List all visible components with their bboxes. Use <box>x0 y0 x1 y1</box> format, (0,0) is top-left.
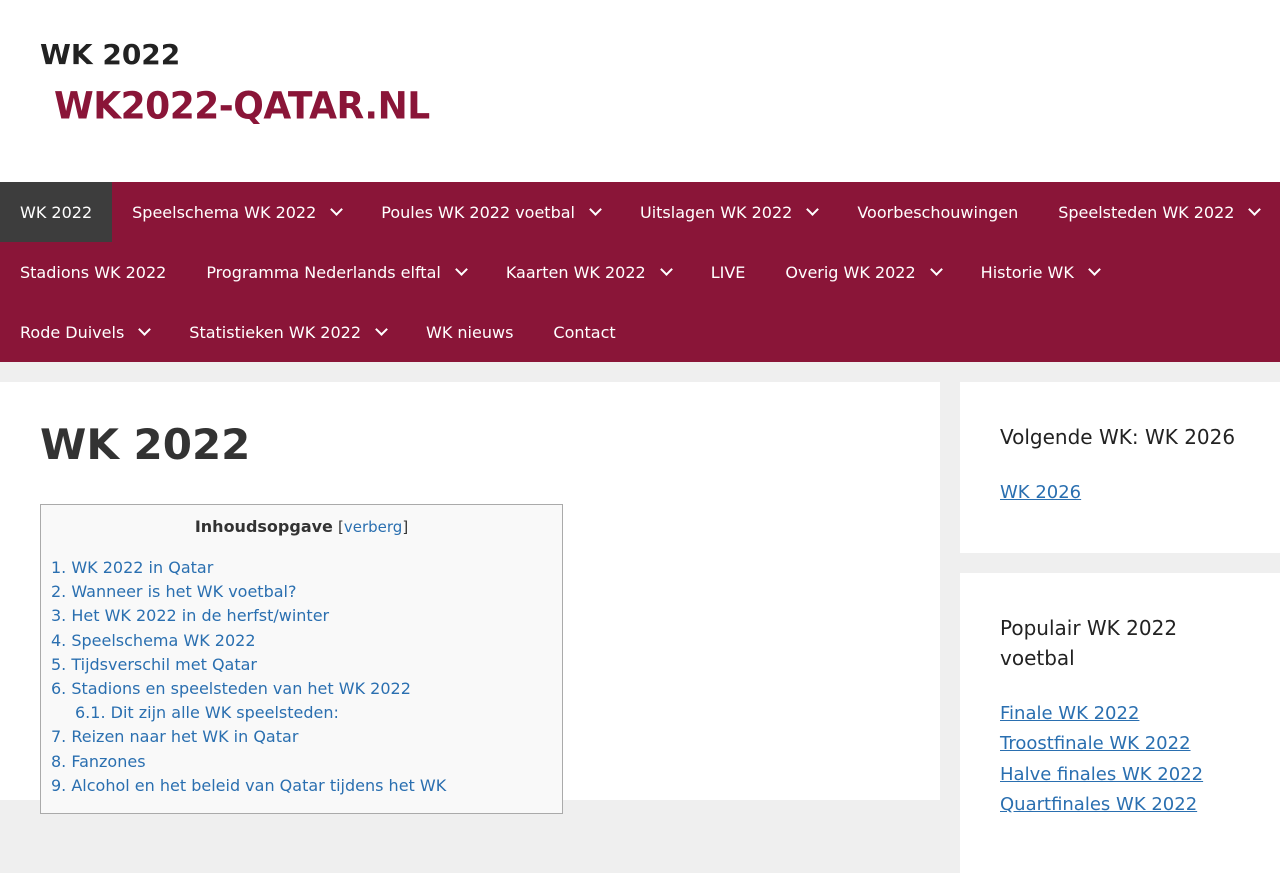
nav-item-label: Contact <box>553 322 616 342</box>
toc-entry[interactable]: 7. Reizen naar het WK in Qatar <box>51 725 562 749</box>
nav-item-rode-duivels[interactable]: Rode Duivels <box>0 302 169 362</box>
nav-item-wk-nieuws[interactable]: WK nieuws <box>406 302 533 362</box>
nav-item-label: LIVE <box>710 262 746 282</box>
main-navigation: WK 2022 Speelschema WK 2022 Poules WK 2022… <box>0 182 1280 362</box>
nav-item-label: Speelsteden WK 2022 <box>1058 202 1235 222</box>
chevron-down-icon <box>138 323 152 336</box>
nav-item-historie-wk[interactable]: Historie WK <box>961 242 1119 302</box>
nav-item-label: Rode Duivels <box>20 322 125 342</box>
toc-entry[interactable]: 3. Het WK 2022 in de herfst/winter <box>51 604 562 628</box>
table-of-contents: Inhoudsopgave [verberg] 1. WK 2022 in Qa… <box>40 504 563 814</box>
toc-entry[interactable]: 6.1. Dit zijn alle WK speelsteden: <box>51 701 562 725</box>
site-header: WK 2022 WK2022-QATAR.NL <box>0 0 1280 182</box>
widget-title: Volgende WK: WK 2026 <box>1000 425 1236 449</box>
nav-item-label: Programma Nederlands elftal <box>206 262 441 282</box>
toc-entry[interactable]: 5. Tijdsverschil met Qatar <box>51 653 562 677</box>
sidebar-link-wk-2026[interactable]: WK 2026 <box>1000 482 1081 503</box>
toc-entry[interactable]: 1. WK 2022 in Qatar <box>51 556 562 580</box>
nav-item-label: Speelschema WK 2022 <box>132 202 317 222</box>
toc-list: 1. WK 2022 in Qatar 2. Wanneer is het WK … <box>41 556 562 798</box>
nav-item-label: Poules WK 2022 voetbal <box>381 202 575 222</box>
nav-item-label: Historie WK <box>980 262 1074 282</box>
toc-entry[interactable]: 4. Speelschema WK 2022 <box>51 629 562 653</box>
sidebar-link-troostfinale[interactable]: Troostfinale WK 2022 <box>1000 733 1191 754</box>
chevron-down-icon <box>929 263 943 276</box>
sidebar-widget-next-wk: Volgende WK: WK 2026 WK 2026 <box>960 382 1280 553</box>
chevron-down-icon <box>330 203 344 216</box>
nav-item-wk-2022[interactable]: WK 2022 <box>0 182 113 242</box>
nav-item-label: Kaarten WK 2022 <box>505 262 646 282</box>
nav-item-kaarten-wk-2022[interactable]: Kaarten WK 2022 <box>486 242 691 302</box>
nav-item-speelsteden-wk-2022[interactable]: Speelsteden WK 2022 <box>1038 182 1279 242</box>
sidebar-widget-popular: Populair WK 2022 voetbal Finale WK 2022 … <box>960 573 1280 873</box>
nav-item-label: WK nieuws <box>426 322 514 342</box>
sidebar-link-finale[interactable]: Finale WK 2022 <box>1000 703 1139 724</box>
toc-hide-link[interactable]: verberg <box>344 518 402 536</box>
nav-item-statistieken-wk-2022[interactable]: Statistieken WK 2022 <box>169 302 406 362</box>
toc-toggle-close: ] <box>402 518 409 536</box>
toc-toggle: [verberg] <box>338 518 408 536</box>
nav-item-stadions-wk-2022[interactable]: Stadions WK 2022 <box>0 242 186 302</box>
chevron-down-icon <box>589 203 602 216</box>
toc-entry[interactable]: 6. Stadions en speelsteden van het WK 20… <box>51 677 562 701</box>
chevron-down-icon <box>375 323 388 336</box>
nav-item-label: Uitslagen WK 2022 <box>639 202 793 222</box>
sidebar-link-quartfinales[interactable]: Quartfinales WK 2022 <box>1000 794 1197 815</box>
nav-item-voorbeschouwingen[interactable]: Voorbeschouwingen <box>837 182 1038 242</box>
nav-item-label: Stadions WK 2022 <box>20 262 167 282</box>
site-logo[interactable]: WK2022-QATAR.NL <box>54 85 430 128</box>
toc-entry[interactable]: 2. Wanneer is het WK voetbal? <box>51 580 562 604</box>
nav-item-label: Overig WK 2022 <box>785 262 916 282</box>
chevron-down-icon <box>1248 203 1262 216</box>
nav-item-contact[interactable]: Contact <box>533 302 635 362</box>
content-area: WK 2022 Inhoudsopgave [verberg] 1. WK 20… <box>0 382 1280 873</box>
sidebar-link-halve-finales[interactable]: Halve finales WK 2022 <box>1000 764 1203 785</box>
nav-item-programma-nederlands-elftal[interactable]: Programma Nederlands elftal <box>186 242 486 302</box>
nav-item-label: Statistieken WK 2022 <box>189 322 362 342</box>
nav-item-label: Voorbeschouwingen <box>857 202 1019 222</box>
nav-item-speelschema-wk-2022[interactable]: Speelschema WK 2022 <box>112 182 361 242</box>
main-content: WK 2022 Inhoudsopgave [verberg] 1. WK 20… <box>0 382 940 814</box>
page-title: WK 2022 <box>40 420 251 469</box>
chevron-down-icon <box>454 263 468 276</box>
chevron-down-icon <box>659 263 673 276</box>
site-title[interactable]: WK 2022 <box>40 38 180 71</box>
nav-item-live[interactable]: LIVE <box>691 242 766 302</box>
nav-item-uitslagen-wk-2022[interactable]: Uitslagen WK 2022 <box>620 182 837 242</box>
widget-title: Populair WK 2022 voetbal <box>1000 616 1178 670</box>
toc-entry[interactable]: 8. Fanzones <box>51 750 562 774</box>
nav-item-label: WK 2022 <box>20 202 93 222</box>
toc-entry[interactable]: 9. Alcohol en het beleid van Qatar tijde… <box>51 774 562 798</box>
chevron-down-icon <box>806 203 820 216</box>
nav-item-overig-wk-2022[interactable]: Overig WK 2022 <box>765 242 960 302</box>
toc-title: Inhoudsopgave <box>194 517 333 536</box>
nav-item-poules-wk-2022-voetbal[interactable]: Poules WK 2022 voetbal <box>361 182 620 242</box>
chevron-down-icon <box>1087 263 1101 276</box>
toc-header: Inhoudsopgave [verberg] <box>41 517 562 536</box>
